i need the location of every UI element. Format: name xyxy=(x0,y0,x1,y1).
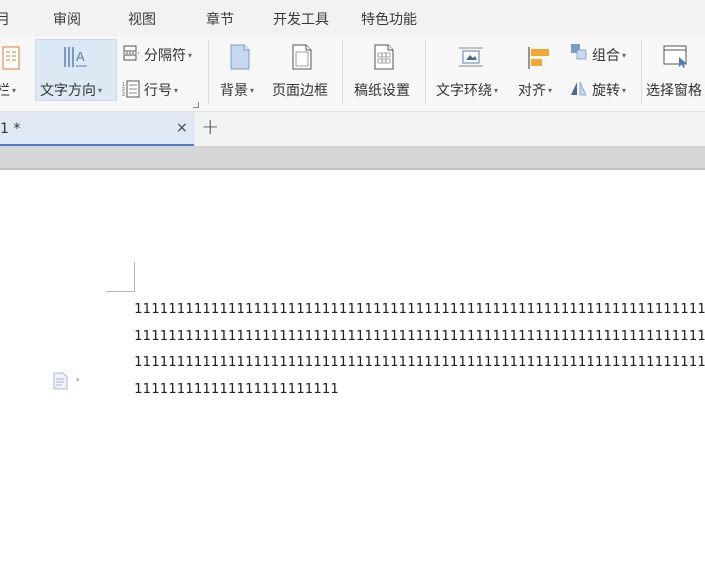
ribbon-divider xyxy=(425,40,426,104)
selection-pane-button[interactable]: 选择窗格 xyxy=(646,80,702,100)
selection-pane-icon xyxy=(663,45,689,73)
text-direction-icon: A xyxy=(62,44,88,74)
text-direction-label-wrap: 文字方向 ▾ xyxy=(40,80,102,100)
align-label: 对齐 xyxy=(518,83,546,99)
chevron-down-icon[interactable]: ▾ xyxy=(76,376,80,384)
paragraph-line: 1111111111111111111111111111111111111111… xyxy=(134,327,705,344)
page-border-icon xyxy=(291,44,313,74)
line-number-button[interactable]: 行号 ▾ xyxy=(144,80,178,100)
ribbon-divider xyxy=(342,40,343,104)
text-direction-label: 文字方向 xyxy=(40,83,96,99)
document-body[interactable]: 1111111111111111111111111111111111111111… xyxy=(134,296,705,402)
svg-text:3: 3 xyxy=(122,92,125,98)
ribbon-divider xyxy=(208,40,209,104)
svg-text:A: A xyxy=(76,49,85,64)
background-icon xyxy=(229,44,251,74)
chevron-down-icon: ▾ xyxy=(12,86,17,95)
chevron-down-icon: ▾ xyxy=(548,86,553,95)
chevron-down-icon: ▾ xyxy=(188,51,193,60)
paragraph-line: 1111111111111111111111111111111111111111… xyxy=(134,354,705,370)
draft-paper-icon xyxy=(373,44,395,74)
group-button[interactable]: 组合 ▾ xyxy=(592,45,626,65)
menu-tab-reference[interactable]: 月 xyxy=(0,9,10,29)
margin-corner-mark xyxy=(106,262,135,292)
document-tab-title: 1 * xyxy=(0,121,21,137)
document-tab[interactable]: 1 * × xyxy=(0,112,194,146)
draft-paper-button[interactable]: 稿纸设置 xyxy=(354,80,410,100)
ribbon-toolbar: 栏 ▾ A 文字方向 ▾ 分隔符 ▾ 1 2 3 行号 ▾ 背景 ▾ 页面边框 … xyxy=(0,36,705,112)
text-wrap-label: 文字环绕 xyxy=(436,83,492,99)
page-border-button[interactable]: 页面边框 xyxy=(272,80,328,100)
paragraph-line: 1111111111111111111111111111111111111111… xyxy=(134,301,705,317)
group-icon xyxy=(570,43,588,65)
group-label: 组合 xyxy=(592,48,620,64)
chevron-down-icon: ▾ xyxy=(98,86,103,95)
menu-tab-view[interactable]: 视图 xyxy=(128,9,156,29)
rotate-icon xyxy=(570,80,588,102)
separator-button[interactable]: 分隔符 ▾ xyxy=(144,45,192,65)
columns-label: 栏 xyxy=(0,83,10,99)
document-tab-bar: 1 * × + xyxy=(0,112,705,146)
line-number-label: 行号 xyxy=(144,83,172,99)
chevron-down-icon: ▾ xyxy=(174,86,179,95)
ribbon-divider xyxy=(641,40,642,104)
line-number-icon: 1 2 3 xyxy=(122,80,140,102)
draft-paper-label: 稿纸设置 xyxy=(354,83,410,99)
align-icon xyxy=(527,46,551,74)
document-tools-icon[interactable] xyxy=(52,372,70,394)
menu-bar: 月 审阅 视图 章节 开发工具 特色功能 xyxy=(0,0,705,36)
rotate-button[interactable]: 旋转 ▾ xyxy=(592,80,626,100)
chevron-down-icon: ▾ xyxy=(622,51,627,60)
separator-icon xyxy=(122,44,140,66)
new-tab-button[interactable]: + xyxy=(201,115,219,140)
close-icon[interactable]: × xyxy=(176,120,188,136)
menu-tab-review[interactable]: 审阅 xyxy=(53,9,81,29)
menu-tab-special[interactable]: 特色功能 xyxy=(361,9,417,29)
page-border-label: 页面边框 xyxy=(272,83,328,99)
background-label: 背景 xyxy=(220,83,248,99)
columns-icon xyxy=(2,46,20,74)
selection-pane-label: 选择窗格 xyxy=(646,83,702,99)
chevron-down-icon: ▾ xyxy=(622,86,627,95)
background-button[interactable]: 背景 ▾ xyxy=(220,80,254,100)
align-button[interactable]: 对齐 ▾ xyxy=(518,80,552,100)
menu-tab-section[interactable]: 章节 xyxy=(206,9,234,29)
paragraph-line: 111111111111111111111111 xyxy=(134,380,339,397)
chevron-down-icon: ▾ xyxy=(494,86,499,95)
menu-tab-developer[interactable]: 开发工具 xyxy=(273,9,329,29)
document-page[interactable]: ▾ 11111111111111111111111111111111111111… xyxy=(0,172,705,570)
rotate-label: 旋转 xyxy=(592,83,620,99)
page-setup-launcher-icon[interactable] xyxy=(193,102,199,108)
separator-label: 分隔符 xyxy=(144,48,186,64)
columns-button[interactable]: 栏 ▾ xyxy=(0,80,16,100)
text-wrap-icon xyxy=(458,46,484,72)
ruler-bar xyxy=(0,146,705,170)
text-wrap-button[interactable]: 文字环绕 ▾ xyxy=(436,80,498,100)
chevron-down-icon: ▾ xyxy=(250,86,255,95)
